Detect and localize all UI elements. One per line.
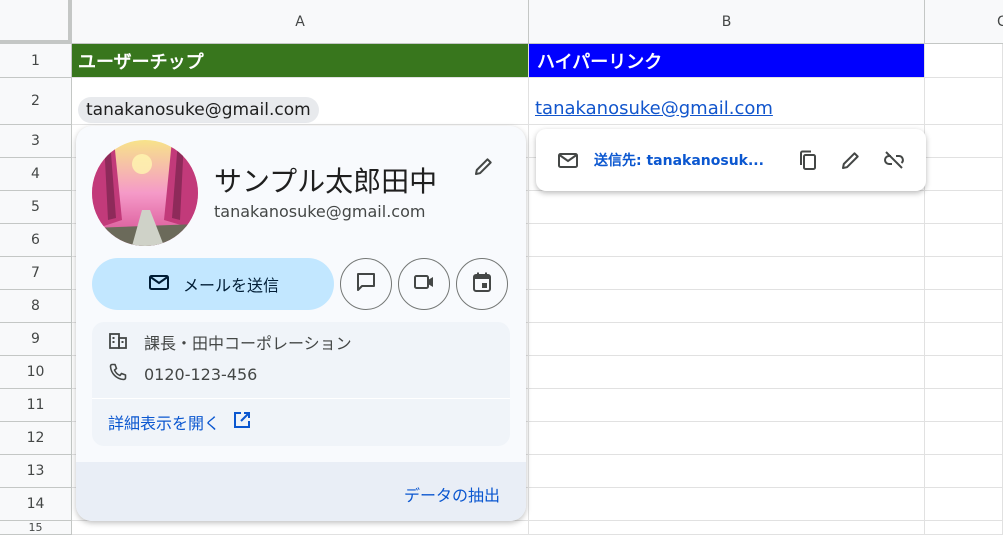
open-details-label: 詳細表示を開く [108, 414, 221, 433]
pencil-icon[interactable] [839, 148, 863, 172]
row-header-9[interactable]: 9 [0, 323, 72, 356]
video-icon [412, 270, 436, 298]
chat-button[interactable] [340, 258, 392, 310]
row-header-11[interactable]: 11 [0, 389, 72, 422]
contact-info-box: 課長・田中コーポレーション 0120-123-456 詳細表示を開く [92, 322, 510, 446]
copy-icon[interactable] [796, 148, 820, 172]
phone-icon [108, 362, 128, 386]
cell-b13[interactable] [529, 455, 925, 488]
cell-b5[interactable] [529, 191, 925, 224]
mail-icon [556, 148, 580, 172]
extract-data-button[interactable]: データの抽出 [404, 482, 500, 506]
cell-b9[interactable] [529, 323, 925, 356]
person-card: サンプル太郎田中 tanakanosuke@gmail.com メールを送信 課… [76, 126, 526, 521]
cell-b1[interactable]: ハイパーリンク [529, 44, 925, 78]
cell-c11[interactable] [925, 389, 1003, 422]
row-header-2[interactable]: 2 [0, 78, 72, 125]
row-header-3[interactable]: 3 [0, 125, 72, 158]
row-header-12[interactable]: 12 [0, 422, 72, 455]
column-header-b[interactable]: B [529, 0, 925, 44]
phone-number[interactable]: 0120-123-456 [144, 365, 257, 384]
unlink-icon[interactable] [882, 148, 906, 172]
calendar-button[interactable] [456, 258, 508, 310]
cell-b6[interactable] [529, 224, 925, 257]
job-title-row: 課長・田中コーポレーション [108, 330, 352, 354]
job-title: 課長・田中コーポレーション [144, 334, 352, 353]
cell-b10[interactable] [529, 356, 925, 389]
row-header-7[interactable]: 7 [0, 257, 72, 290]
cell-c13[interactable] [925, 455, 1003, 488]
cell-b15[interactable] [529, 521, 925, 535]
divider [92, 398, 510, 399]
cell-c9[interactable] [925, 323, 1003, 356]
cell-c3[interactable] [925, 125, 1003, 158]
cell-c4[interactable] [925, 158, 1003, 191]
send-email-label: メールを送信 [182, 276, 279, 295]
select-all-corner[interactable] [0, 0, 72, 44]
row-header-6[interactable]: 6 [0, 224, 72, 257]
cell-a15[interactable] [72, 521, 529, 535]
chat-icon [354, 270, 378, 298]
send-to-link[interactable]: 送信先: tanakanosuk... [594, 150, 764, 170]
person-email: tanakanosuke@gmail.com [214, 202, 426, 221]
column-header-a[interactable]: A [72, 0, 529, 44]
cell-a1[interactable]: ユーザーチップ [72, 44, 529, 78]
pencil-icon[interactable] [472, 154, 496, 178]
card-footer: データの抽出 [76, 462, 526, 521]
row-header-1[interactable]: 1 [0, 44, 72, 78]
cell-c5[interactable] [925, 191, 1003, 224]
cell-b14[interactable] [529, 488, 925, 521]
row-header-8[interactable]: 8 [0, 290, 72, 323]
cell-c14[interactable] [925, 488, 1003, 521]
cell-c1[interactable] [925, 44, 1003, 78]
cell-c7[interactable] [925, 257, 1003, 290]
cell-c12[interactable] [925, 422, 1003, 455]
people-smart-chip[interactable]: tanakanosuke@gmail.com [78, 97, 319, 123]
mail-icon [147, 270, 171, 298]
email-hyperlink[interactable]: tanakanosuke@gmail.com [535, 98, 773, 119]
cell-b8[interactable] [529, 290, 925, 323]
cell-c2[interactable] [925, 78, 1003, 125]
row-header-10[interactable]: 10 [0, 356, 72, 389]
row-header-14[interactable]: 14 [0, 488, 72, 521]
building-icon [108, 330, 128, 354]
person-name: サンプル太郎田中 [214, 165, 438, 198]
cell-c6[interactable] [925, 224, 1003, 257]
row-header-13[interactable]: 13 [0, 455, 72, 488]
cell-c8[interactable] [925, 290, 1003, 323]
row-header-5[interactable]: 5 [0, 191, 72, 224]
cell-b7[interactable] [529, 257, 925, 290]
open-details-link[interactable]: 詳細表示を開く [108, 410, 252, 434]
send-email-button[interactable]: メールを送信 [92, 258, 334, 310]
row-header-15[interactable]: 15 [0, 521, 72, 535]
cell-b11[interactable] [529, 389, 925, 422]
video-call-button[interactable] [398, 258, 450, 310]
cell-c10[interactable] [925, 356, 1003, 389]
cell-c15[interactable] [925, 521, 1003, 535]
row-header-4[interactable]: 4 [0, 158, 72, 191]
calendar-icon [470, 270, 494, 298]
spreadsheet-app: A B C 1 2 3 4 5 6 7 8 9 10 11 12 13 14 1… [0, 0, 1003, 535]
cell-b12[interactable] [529, 422, 925, 455]
phone-row: 0120-123-456 [108, 362, 257, 386]
avatar [92, 140, 198, 246]
column-header-c[interactable]: C [925, 0, 1003, 44]
hyperlink-popup: 送信先: tanakanosuk... [536, 129, 926, 191]
open-in-new-icon [232, 410, 252, 434]
